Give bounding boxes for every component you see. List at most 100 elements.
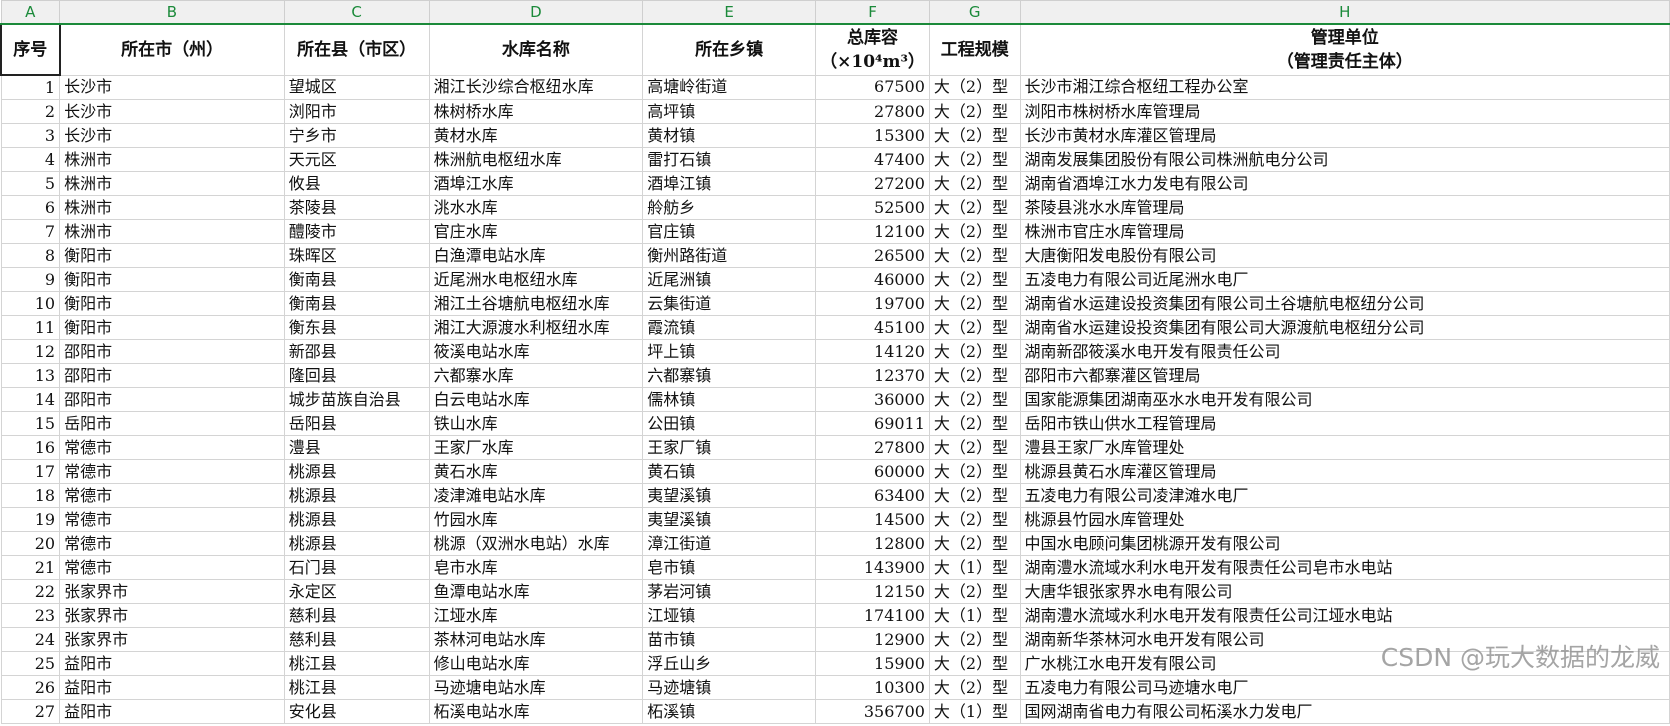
cell-county[interactable]: 宁乡市 xyxy=(283,123,430,148)
cell-city[interactable]: 邵阳市 xyxy=(59,339,285,364)
cell-capacity[interactable]: 27200 xyxy=(815,171,930,196)
cell-reservoir[interactable]: 马迹塘电站水库 xyxy=(428,675,644,700)
cell-county[interactable]: 石门县 xyxy=(283,555,430,580)
cell-seq[interactable]: 26 xyxy=(0,675,61,700)
cell-reservoir[interactable]: 铁山水库 xyxy=(428,411,644,436)
cell-scale[interactable]: 大（2）型 xyxy=(928,459,1021,484)
cell-city[interactable]: 衡阳市 xyxy=(59,315,285,340)
cell-unit[interactable]: 浏阳市株树桥水库管理局 xyxy=(1019,99,1670,124)
cell-town[interactable]: 雷打石镇 xyxy=(642,147,817,172)
cell-reservoir[interactable]: 皂市水库 xyxy=(428,555,644,580)
cell-unit[interactable]: 湖南省水运建设投资集团有限公司大源渡航电枢纽分公司 xyxy=(1019,315,1670,340)
cell-capacity[interactable]: 10300 xyxy=(815,675,930,700)
column-letter-a[interactable]: A xyxy=(0,0,61,25)
cell-seq[interactable]: 15 xyxy=(0,411,61,436)
cell-city[interactable]: 常德市 xyxy=(59,483,285,508)
cell-scale[interactable]: 大（2）型 xyxy=(928,99,1021,124)
cell-town[interactable]: 舲舫乡 xyxy=(642,195,817,220)
cell-county[interactable]: 珠晖区 xyxy=(283,243,430,268)
cell-reservoir[interactable]: 近尾洲水电枢纽水库 xyxy=(428,267,644,292)
cell-reservoir[interactable]: 江垭水库 xyxy=(428,603,644,628)
cell-seq[interactable]: 13 xyxy=(0,363,61,388)
cell-seq[interactable]: 22 xyxy=(0,579,61,604)
cell-county[interactable]: 望城区 xyxy=(283,74,430,100)
cell-town[interactable]: 坪上镇 xyxy=(642,339,817,364)
cell-seq[interactable]: 25 xyxy=(0,651,61,676)
cell-scale[interactable]: 大（2）型 xyxy=(928,147,1021,172)
cell-town[interactable]: 黄石镇 xyxy=(642,459,817,484)
cell-county[interactable]: 桃源县 xyxy=(283,507,430,532)
cell-city[interactable]: 岳阳市 xyxy=(59,411,285,436)
cell-unit[interactable]: 国家能源集团湖南巫水水电开发有限公司 xyxy=(1019,387,1670,412)
cell-capacity[interactable]: 356700 xyxy=(815,699,930,724)
cell-scale[interactable]: 大（2）型 xyxy=(928,267,1021,292)
cell-reservoir[interactable]: 王家厂水库 xyxy=(428,435,644,460)
cell-reservoir[interactable]: 洮水水库 xyxy=(428,195,644,220)
cell-county[interactable]: 安化县 xyxy=(283,699,430,724)
cell-scale[interactable]: 大（2）型 xyxy=(928,243,1021,268)
cell-city[interactable]: 益阳市 xyxy=(59,699,285,724)
cell-county[interactable]: 城步苗族自治县 xyxy=(283,387,430,412)
cell-city[interactable]: 长沙市 xyxy=(59,123,285,148)
cell-capacity[interactable]: 47400 xyxy=(815,147,930,172)
cell-seq[interactable]: 10 xyxy=(0,291,61,316)
cell-unit[interactable]: 湖南发展集团股份有限公司株洲航电分公司 xyxy=(1019,147,1670,172)
cell-city[interactable]: 益阳市 xyxy=(59,651,285,676)
cell-county[interactable]: 澧县 xyxy=(283,435,430,460)
cell-city[interactable]: 常德市 xyxy=(59,459,285,484)
cell-scale[interactable]: 大（2）型 xyxy=(928,339,1021,364)
cell-capacity[interactable]: 14120 xyxy=(815,339,930,364)
cell-capacity[interactable]: 15900 xyxy=(815,651,930,676)
cell-town[interactable]: 江垭镇 xyxy=(642,603,817,628)
cell-unit[interactable]: 五凌电力有限公司近尾洲水电厂 xyxy=(1019,267,1670,292)
column-letter-f[interactable]: F xyxy=(815,0,930,25)
cell-city[interactable]: 常德市 xyxy=(59,555,285,580)
cell-county[interactable]: 天元区 xyxy=(283,147,430,172)
header-capacity[interactable]: 总库容 （×10⁴m³） xyxy=(815,23,930,76)
cell-seq[interactable]: 1 xyxy=(0,74,61,100)
cell-scale[interactable]: 大（1）型 xyxy=(928,603,1021,628)
cell-city[interactable]: 张家界市 xyxy=(59,627,285,652)
cell-town[interactable]: 云集街道 xyxy=(642,291,817,316)
cell-county[interactable]: 攸县 xyxy=(283,171,430,196)
cell-scale[interactable]: 大（2）型 xyxy=(928,74,1021,100)
cell-scale[interactable]: 大（2）型 xyxy=(928,219,1021,244)
cell-capacity[interactable]: 143900 xyxy=(815,555,930,580)
cell-county[interactable]: 慈利县 xyxy=(283,603,430,628)
cell-city[interactable]: 株洲市 xyxy=(59,219,285,244)
cell-unit[interactable]: 澧县王家厂水库管理处 xyxy=(1019,435,1670,460)
header-reservoir[interactable]: 水库名称 xyxy=(428,23,644,76)
cell-town[interactable]: 浮丘山乡 xyxy=(642,651,817,676)
cell-city[interactable]: 常德市 xyxy=(59,531,285,556)
cell-scale[interactable]: 大（1）型 xyxy=(928,555,1021,580)
cell-reservoir[interactable]: 鱼潭电站水库 xyxy=(428,579,644,604)
cell-town[interactable]: 衡州路街道 xyxy=(642,243,817,268)
cell-unit[interactable]: 五凌电力有限公司马迹塘水电厂 xyxy=(1019,675,1670,700)
cell-capacity[interactable]: 67500 xyxy=(815,74,930,100)
cell-seq[interactable]: 24 xyxy=(0,627,61,652)
cell-seq[interactable]: 27 xyxy=(0,699,61,724)
cell-unit[interactable]: 岳阳市铁山供水工程管理局 xyxy=(1019,411,1670,436)
cell-town[interactable]: 酒埠江镇 xyxy=(642,171,817,196)
cell-city[interactable]: 张家界市 xyxy=(59,579,285,604)
cell-city[interactable]: 长沙市 xyxy=(59,99,285,124)
cell-seq[interactable]: 20 xyxy=(0,531,61,556)
cell-reservoir[interactable]: 筱溪电站水库 xyxy=(428,339,644,364)
cell-seq[interactable]: 12 xyxy=(0,339,61,364)
cell-county[interactable]: 慈利县 xyxy=(283,627,430,652)
cell-scale[interactable]: 大（2）型 xyxy=(928,435,1021,460)
cell-city[interactable]: 衡阳市 xyxy=(59,291,285,316)
cell-reservoir[interactable]: 湘江长沙综合枢纽水库 xyxy=(428,74,644,100)
cell-scale[interactable]: 大（2）型 xyxy=(928,171,1021,196)
cell-scale[interactable]: 大（2）型 xyxy=(928,507,1021,532)
cell-capacity[interactable]: 12150 xyxy=(815,579,930,604)
cell-county[interactable]: 桃源县 xyxy=(283,483,430,508)
cell-city[interactable]: 常德市 xyxy=(59,435,285,460)
cell-capacity[interactable]: 12800 xyxy=(815,531,930,556)
header-city[interactable]: 所在市（州） xyxy=(59,23,285,76)
cell-reservoir[interactable]: 酒埠江水库 xyxy=(428,171,644,196)
cell-county[interactable]: 衡南县 xyxy=(283,291,430,316)
cell-capacity[interactable]: 19700 xyxy=(815,291,930,316)
cell-city[interactable]: 邵阳市 xyxy=(59,387,285,412)
cell-capacity[interactable]: 60000 xyxy=(815,459,930,484)
